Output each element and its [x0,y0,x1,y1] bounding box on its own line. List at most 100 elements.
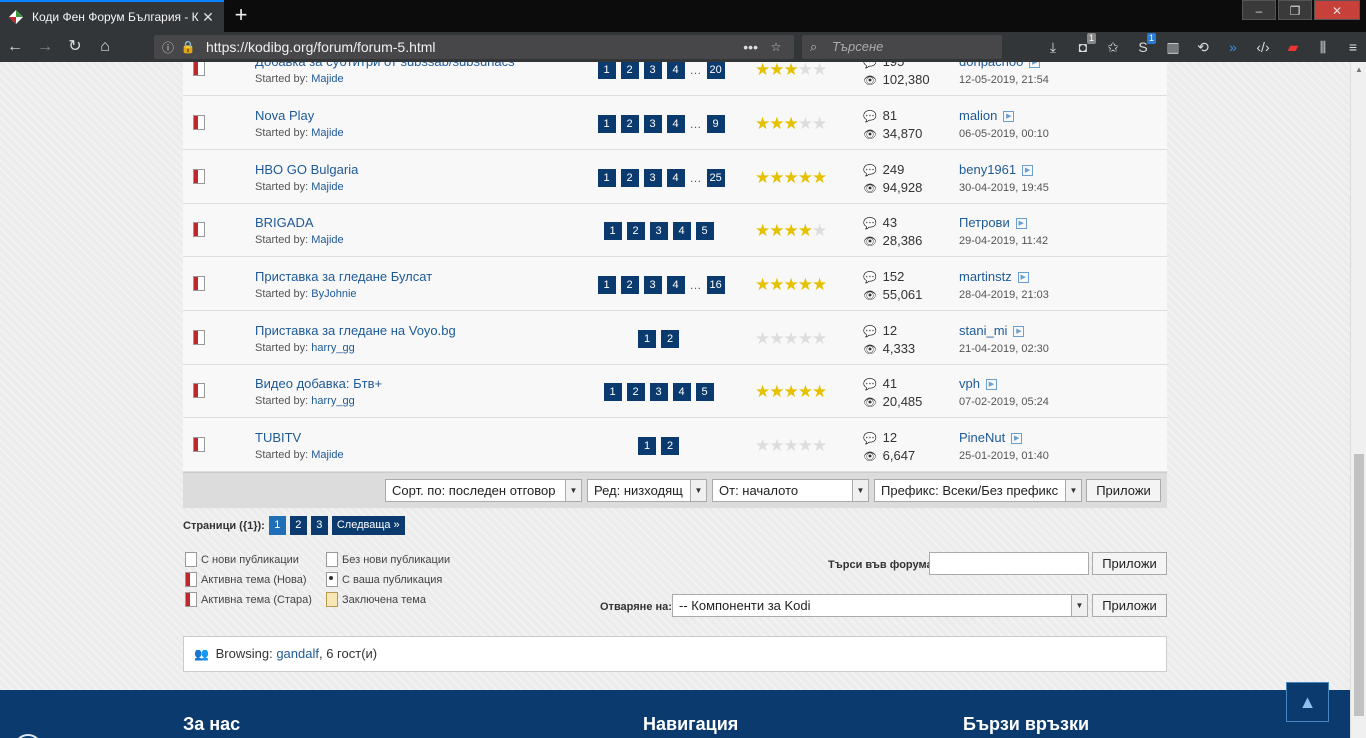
from-select[interactable]: От: началото ▼ [712,479,869,502]
thread-page-link[interactable]: 2 [620,169,639,187]
browsing-user-link[interactable]: gandalf [276,646,319,661]
thread-author-link[interactable]: Majide [311,127,343,139]
thread-page-link[interactable]: 5 [695,383,714,401]
rating-star-icon[interactable]: ★ [755,114,770,133]
thread-page-link[interactable]: 3 [643,115,662,133]
page-actions-icon[interactable]: ••• [743,39,758,55]
rating-star-icon[interactable]: ★ [755,275,770,294]
prefix-select[interactable]: Префикс: Всеки/Без префикс ▼ [874,479,1082,502]
last-post-user-link[interactable]: malion [959,108,997,123]
rating-star-icon[interactable]: ★ [769,275,784,294]
rating-star-icon[interactable]: ★ [812,329,827,348]
rating-star-icon[interactable]: ★ [812,436,827,455]
new-tab-icon[interactable]: + [228,3,254,29]
rating-star-icon[interactable]: ★ [784,382,799,401]
tab-active[interactable]: Коди Фен Форум България - К ✕ [0,0,224,32]
rating-star-icon[interactable]: ★ [812,382,827,401]
thread-page-link[interactable]: 1 [603,383,622,401]
sort-by-select[interactable]: Сорт. по: последен отговор ▼ [385,479,582,502]
maximize-icon[interactable]: ❐ [1278,0,1312,20]
rating-star-icon[interactable]: ★ [784,275,799,294]
thread-author-link[interactable]: harry_gg [311,342,354,354]
back-icon[interactable]: ← [0,33,30,61]
go-to-last-post-icon[interactable]: ▶ [1022,165,1034,177]
thread-page-link[interactable]: 3 [643,62,662,79]
page-link-1[interactable]: 1 [268,516,286,535]
replies-count[interactable]: 12 [883,430,897,445]
thread-page-link[interactable]: 1 [603,222,622,240]
scroll-to-top-button[interactable]: ▲ [1286,682,1329,722]
go-to-last-post-icon[interactable]: ▶ [1029,62,1041,69]
go-to-last-post-icon[interactable]: ▶ [1011,433,1023,445]
thread-page-link[interactable]: 4 [672,383,691,401]
rating-star-icon[interactable]: ★ [755,329,770,348]
rating-star-icon[interactable]: ★ [784,329,799,348]
rating-star-icon[interactable]: ★ [798,114,813,133]
rating-star-icon[interactable]: ★ [784,168,799,187]
rating-star-icon[interactable]: ★ [769,221,784,240]
home-icon[interactable]: ⌂ [90,33,120,61]
thread-author-link[interactable]: ByJohnie [311,288,356,300]
replies-count[interactable]: 195 [883,62,905,69]
replies-count[interactable]: 43 [883,215,897,230]
thread-page-link[interactable]: 2 [620,62,639,79]
rating-star-icon[interactable]: ★ [784,436,799,455]
rating-star-icon[interactable]: ★ [769,168,784,187]
info-icon[interactable]: ⓘ [160,39,176,56]
ublock-icon[interactable]: ◘ 1 [1068,33,1098,59]
go-to-last-post-icon[interactable]: ▶ [985,379,997,391]
replies-count[interactable]: 81 [883,108,897,123]
page-link-2[interactable]: 2 [289,516,307,535]
rating-star-icon[interactable]: ★ [755,382,770,401]
last-post-user-link[interactable]: PineNut [959,430,1005,445]
rating-star-icon[interactable]: ★ [798,382,813,401]
thread-title-link[interactable]: TUBITV [255,430,301,445]
replies-count[interactable]: 12 [883,323,897,338]
thread-page-link[interactable]: 2 [661,330,679,348]
thread-author-link[interactable]: Majide [311,181,343,193]
thread-title-link[interactable]: Приставка за гледане Булсат [255,269,432,284]
thread-page-link[interactable]: 1 [597,115,616,133]
scrollbar-thumb[interactable] [1354,454,1364,716]
menu-icon[interactable]: ≡ [1338,35,1366,59]
order-select[interactable]: Ред: низходящ ▼ [587,479,707,502]
minimize-icon[interactable]: – [1242,0,1276,20]
rating-star-icon[interactable]: ★ [812,221,827,240]
thread-page-link[interactable]: 3 [649,222,668,240]
thread-last-page-link[interactable]: 20 [706,62,725,79]
page-link-3[interactable]: 3 [310,516,328,535]
next-page-link[interactable]: Следваща » [331,516,405,535]
rating-star-icon[interactable]: ★ [769,114,784,133]
rating-star-icon[interactable]: ★ [755,436,770,455]
replies-count[interactable]: 41 [883,376,897,391]
thread-last-page-link[interactable]: 25 [706,169,725,187]
browser-search-input[interactable]: ⌕ Търсене [802,35,1002,59]
jump-select[interactable]: -- Компоненти за Kodi ▼ [672,594,1088,617]
devtools-icon[interactable]: ‹/› [1248,35,1278,59]
thread-page-link[interactable]: 3 [649,383,668,401]
thread-page-link[interactable]: 1 [638,437,656,455]
extension-star-icon[interactable]: ✩ [1098,35,1128,59]
last-post-user-link[interactable]: Петрови [959,215,1010,230]
tab-close-icon[interactable]: ✕ [200,9,216,26]
thread-author-link[interactable]: harry_gg [311,395,354,407]
rating-star-icon[interactable]: ★ [769,62,784,79]
reload-icon[interactable]: ↻ [60,33,90,61]
rating-star-icon[interactable]: ★ [812,168,827,187]
go-to-last-post-icon[interactable]: ▶ [1013,326,1025,338]
rating-star-icon[interactable]: ★ [755,62,770,79]
thread-title-link[interactable]: Приставка за гледане на Voyo.bg [255,323,456,338]
last-post-user-link[interactable]: vph [959,376,980,391]
rating-star-icon[interactable]: ★ [755,221,770,240]
thread-page-link[interactable]: 4 [666,62,685,79]
rating-star-icon[interactable]: ★ [798,329,813,348]
rating-star-icon[interactable]: ★ [755,168,770,187]
thread-author-link[interactable]: Majide [311,234,343,246]
rating-star-icon[interactable]: ★ [812,62,827,79]
thread-page-link[interactable]: 2 [620,115,639,133]
rating-star-icon[interactable]: ★ [769,436,784,455]
forward-icon[interactable]: → [30,33,60,61]
replies-count[interactable]: 249 [883,162,905,177]
page-scrollbar[interactable]: ▲ [1350,62,1366,738]
last-post-user-link[interactable]: beny1961 [959,162,1016,177]
